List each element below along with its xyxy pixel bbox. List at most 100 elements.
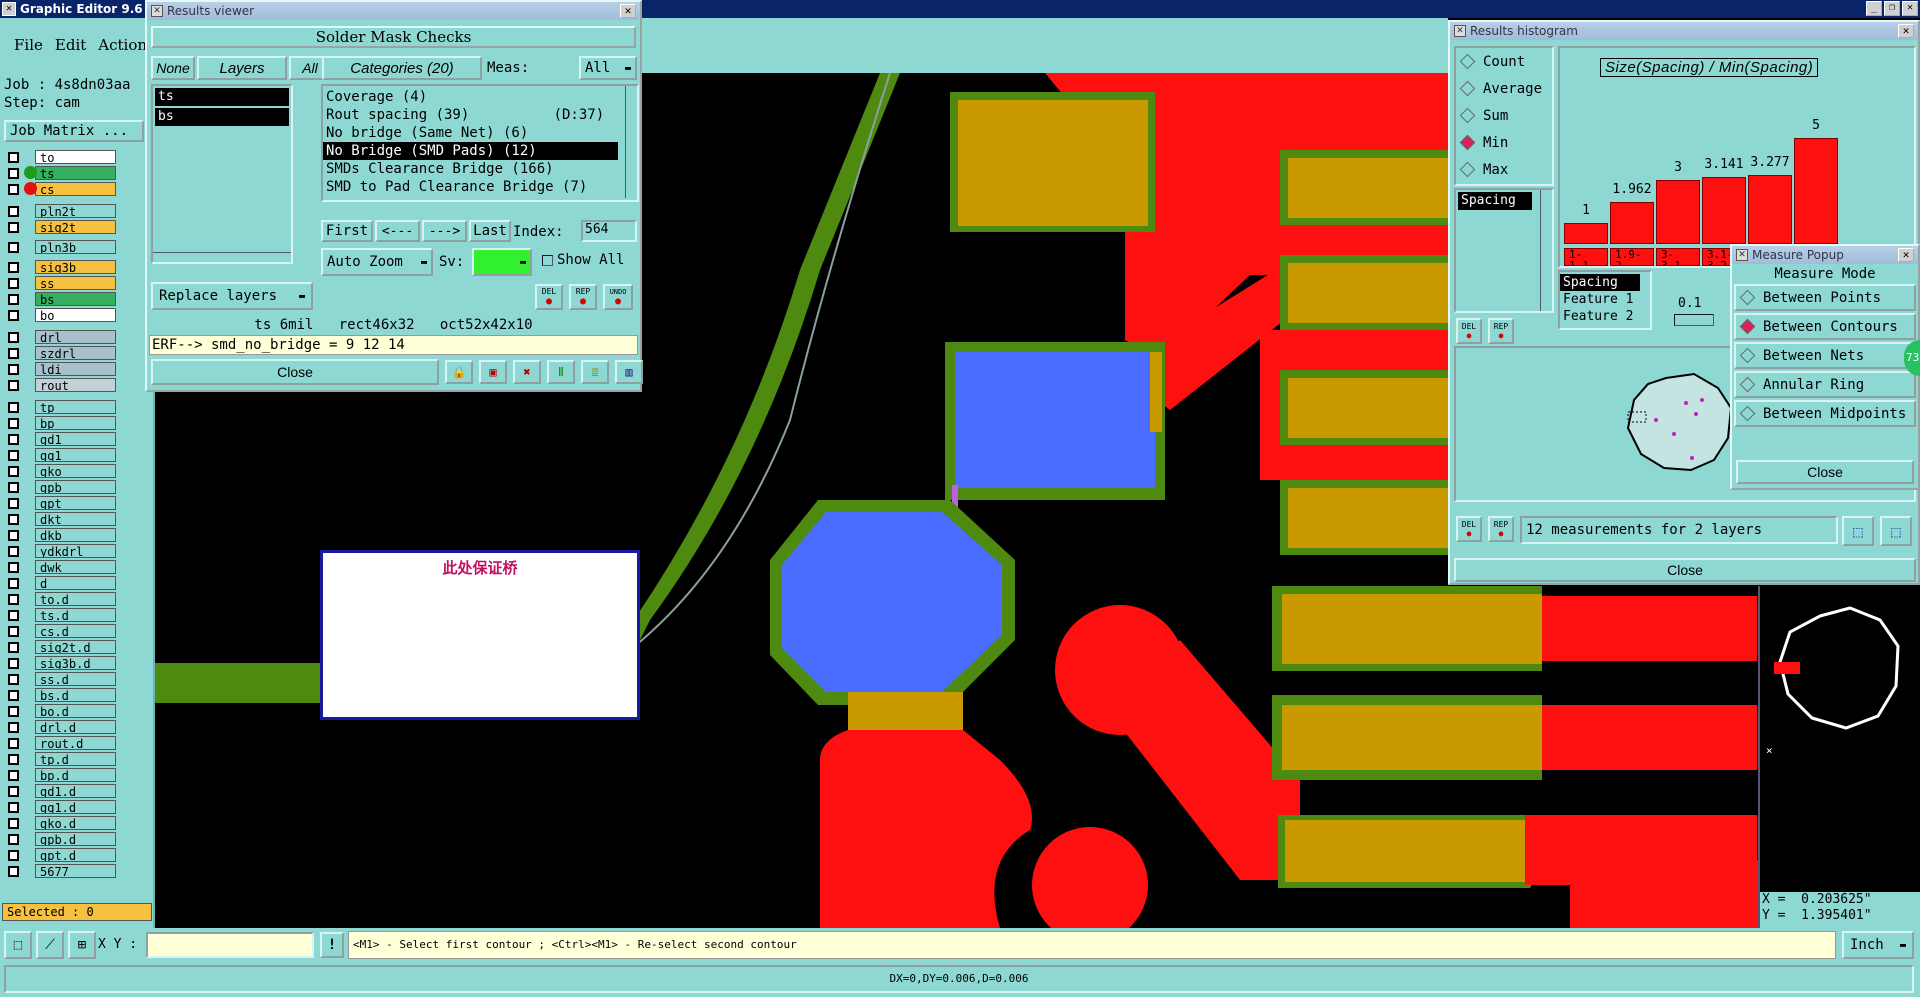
layer-row-gg1-d[interactable]: gg1.d <box>8 800 116 814</box>
layer-row-ss[interactable]: ss <box>8 276 116 290</box>
layer-checkbox-icon[interactable] <box>8 401 19 413</box>
layer-row-bp-d[interactable]: bp.d <box>8 768 116 782</box>
histogram-bar[interactable] <box>1702 177 1746 244</box>
layer-name[interactable]: rout <box>35 378 116 392</box>
categories-button[interactable]: Categories (20) <box>322 56 482 80</box>
layer-name[interactable]: gg1.d <box>35 800 116 814</box>
layer-name[interactable]: tp <box>35 400 116 414</box>
category-item[interactable]: SMDs Clearance Bridge (166) <box>323 160 637 178</box>
layer-list-scroll-h[interactable] <box>153 252 291 262</box>
layer-name[interactable]: to <box>35 150 116 164</box>
export-list-icon[interactable]: ⬚ <box>1880 516 1912 546</box>
layer-row-sig3b-d[interactable]: sig3b.d <box>8 656 116 670</box>
layer-name[interactable]: 5677 <box>35 864 116 878</box>
first-button[interactable]: First <box>321 220 373 242</box>
layer-row-bs[interactable]: bs <box>8 292 116 306</box>
histogram-bar[interactable] <box>1748 175 1792 244</box>
category-item-selected[interactable]: No Bridge (SMD Pads) (12) <box>323 142 618 160</box>
mode-between-contours[interactable]: Between Contours <box>1734 313 1916 340</box>
layer-checkbox-icon[interactable] <box>8 817 19 829</box>
histogram-bar[interactable] <box>1564 223 1608 244</box>
layer-name[interactable]: rout.d <box>35 736 116 750</box>
layer-row-gd1-d[interactable]: gd1.d <box>8 784 116 798</box>
mode-between-midpoints[interactable]: Between Midpoints <box>1734 400 1916 427</box>
layer-row-rout-d[interactable]: rout.d <box>8 736 116 750</box>
measure-list[interactable]: Spacing Feature 1 Feature 2 <box>1558 270 1652 330</box>
layer-name[interactable]: dkt <box>35 512 116 526</box>
layer-row-to-d[interactable]: to.d <box>8 592 116 606</box>
layer-checkbox-icon[interactable] <box>8 277 19 289</box>
mode-between-nets[interactable]: Between Nets <box>1734 342 1916 369</box>
layer-item[interactable]: bs <box>155 108 289 126</box>
histogram-bar[interactable] <box>1656 180 1700 244</box>
layer-row-drl-d[interactable]: drl.d <box>8 720 116 734</box>
layer-checkbox-icon[interactable] <box>8 347 19 359</box>
layer-name[interactable]: dkb <box>35 528 116 542</box>
footer-rep-icon[interactable]: REP ● <box>1488 516 1514 542</box>
layer-row-5677[interactable]: 5677 <box>8 864 116 878</box>
layer-row-bp[interactable]: bp <box>8 416 116 430</box>
layer-row-pln2t[interactable]: pln2t <box>8 204 116 218</box>
layer-name[interactable]: sig2t <box>35 220 116 234</box>
layer-row-bs-d[interactable]: bs.d <box>8 688 116 702</box>
layer-row-szdrl[interactable]: szdrl <box>8 346 116 360</box>
layer-checkbox-icon[interactable] <box>8 673 19 685</box>
layer-checkbox-icon[interactable] <box>8 593 19 605</box>
option-sum[interactable]: Sum <box>1456 102 1552 129</box>
layer-checkbox-icon[interactable] <box>8 769 19 781</box>
layer-checkbox-icon[interactable] <box>8 833 19 845</box>
layer-checkbox-icon[interactable] <box>8 205 19 217</box>
mode-annular-ring[interactable]: Annular Ring <box>1734 371 1916 398</box>
category-scrollbar[interactable] <box>625 86 637 198</box>
number-tool-icon[interactable]: Ⅱ <box>547 360 575 384</box>
restore-icon[interactable]: ❐ <box>1884 1 1900 16</box>
layer-name[interactable]: gpb <box>35 480 116 494</box>
layer-name[interactable]: pln3b <box>35 240 116 254</box>
layer-name[interactable]: gpb.d <box>35 832 116 846</box>
spacing-list[interactable]: Spacing <box>1454 188 1554 313</box>
category-list[interactable]: Coverage (4) Rout spacing (39) (D:37) No… <box>321 84 639 202</box>
layer-name[interactable]: ldi <box>35 362 116 376</box>
layer-result-list[interactable]: ts bs <box>151 84 293 264</box>
layer-row-ss-d[interactable]: ss.d <box>8 672 116 686</box>
overview-map[interactable]: × X = 0.203625" Y = 1.395401" <box>1758 586 1920 928</box>
layer-row-ts-d[interactable]: ts.d <box>8 608 116 622</box>
layer-checkbox-icon[interactable] <box>8 433 19 445</box>
layer-name[interactable]: gko.d <box>35 816 116 830</box>
layer-checkbox-icon[interactable] <box>8 449 19 461</box>
clear-tool-icon[interactable]: ✖ <box>513 360 541 384</box>
report-tool-icon[interactable]: ▣ <box>479 360 507 384</box>
meas-select[interactable]: All ▬ <box>579 56 637 80</box>
layer-row-bo[interactable]: bo <box>8 308 116 322</box>
layer-name[interactable]: bp <box>35 416 116 430</box>
layer-checkbox-icon[interactable] <box>8 261 19 273</box>
replace-layers-select[interactable]: Replace layers ▬ <box>151 282 313 310</box>
layer-row-sig3b[interactable]: sig3b <box>8 260 116 274</box>
layer-row-tp[interactable]: tp <box>8 400 116 414</box>
auto-zoom-select[interactable]: Auto Zoom ▬ <box>321 248 433 276</box>
histogram-close-button[interactable]: Close <box>1454 558 1916 582</box>
layer-checkbox-icon[interactable] <box>8 417 19 429</box>
xy-input[interactable] <box>146 932 314 958</box>
layer-checkbox-icon[interactable] <box>8 561 19 573</box>
layer-name[interactable]: pln2t <box>35 204 116 218</box>
layer-name[interactable]: cs <box>35 182 116 196</box>
hist-del-icon[interactable]: DEL ● <box>1456 318 1482 344</box>
option-count[interactable]: Count <box>1456 48 1552 75</box>
undo-icon[interactable]: UNDO ● <box>603 284 633 310</box>
layer-name[interactable]: cs.d <box>35 624 116 638</box>
layer-name[interactable]: sig2t.d <box>35 640 116 654</box>
layers-button[interactable]: Layers <box>197 56 287 80</box>
layer-checkbox-icon[interactable] <box>8 801 19 813</box>
job-matrix-button[interactable]: Job Matrix ... <box>4 120 144 142</box>
layer-checkbox-icon[interactable] <box>8 641 19 653</box>
layer-checkbox-icon[interactable] <box>8 379 19 391</box>
category-item[interactable]: Rout spacing (39) (D:37) <box>323 106 637 124</box>
layer-checkbox-icon[interactable] <box>8 221 19 233</box>
menu-action[interactable]: Action <box>92 36 153 54</box>
footer-del-icon[interactable]: DEL ● <box>1456 516 1482 542</box>
layer-checkbox-icon[interactable] <box>8 293 19 305</box>
close-icon[interactable]: ✕ <box>620 4 636 18</box>
layer-row-ldi[interactable]: ldi <box>8 362 116 376</box>
layer-checkbox-icon[interactable] <box>8 465 19 477</box>
